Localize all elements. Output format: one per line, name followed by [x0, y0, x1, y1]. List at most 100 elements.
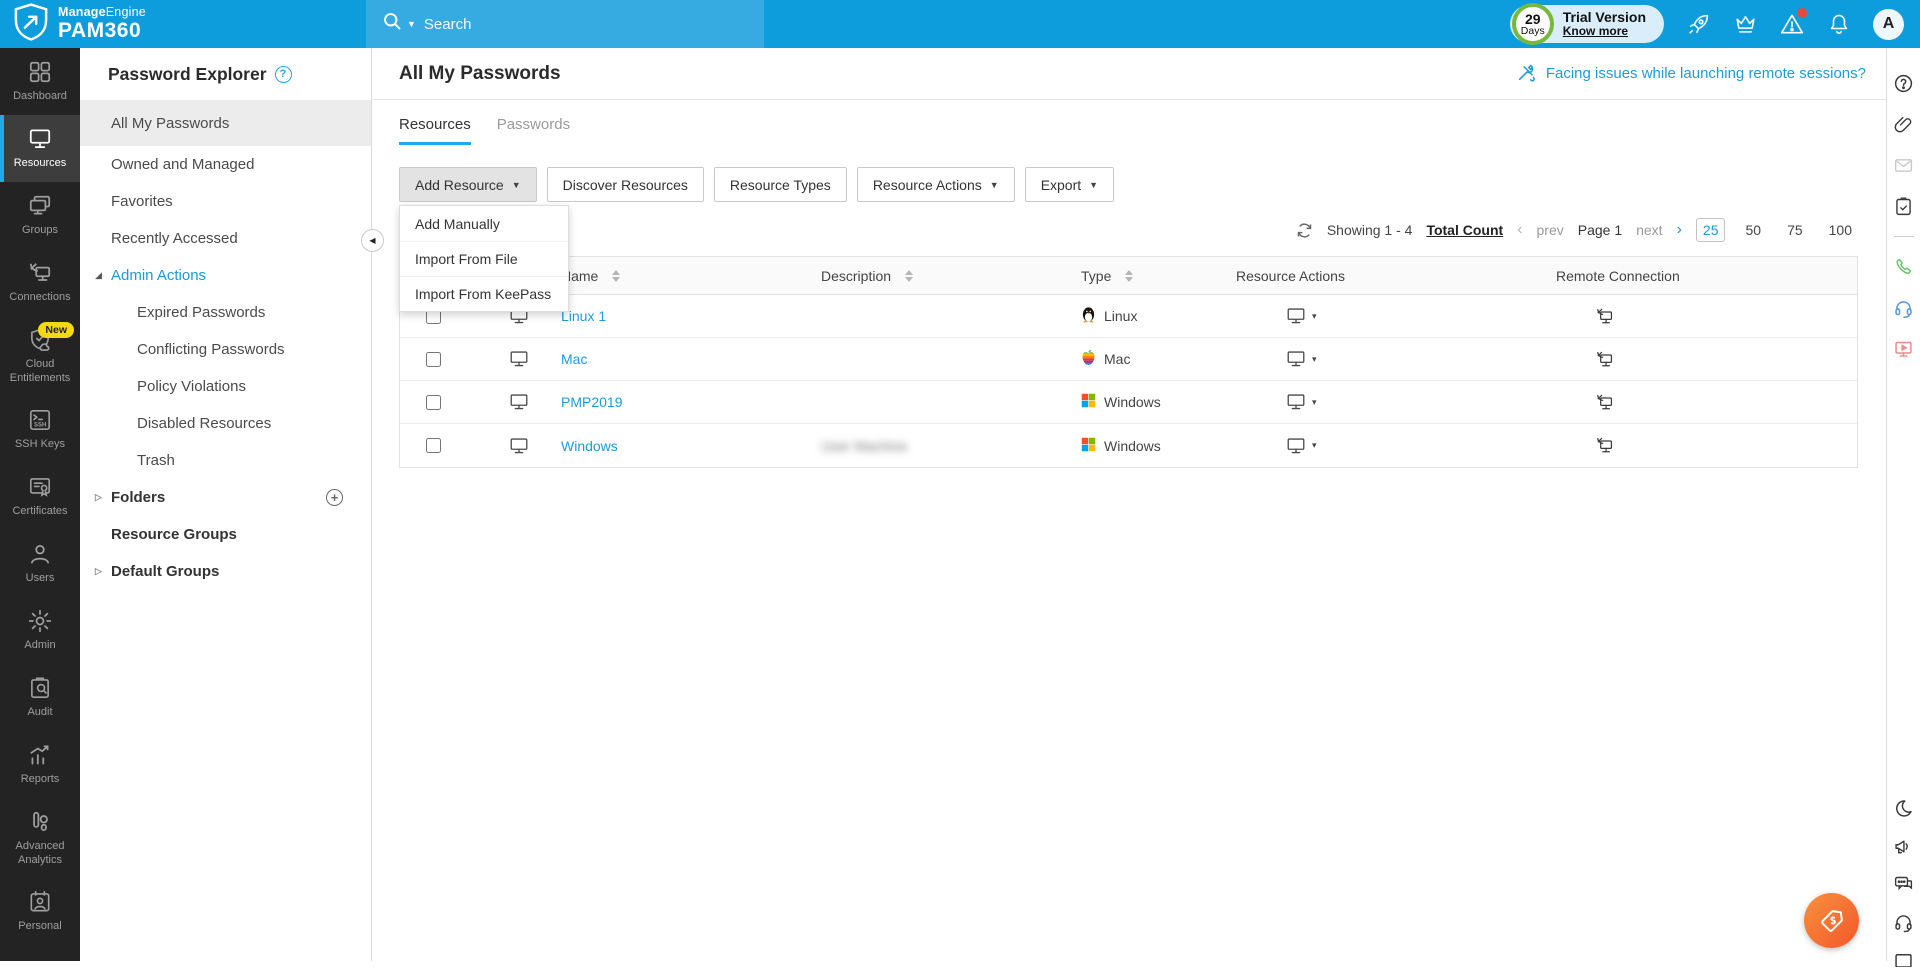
refresh-icon[interactable] [1296, 222, 1313, 239]
top-bar: ManageEngine PAM360 ▼ 29 Days Trial Vers… [0, 0, 1920, 48]
explorer-item-disabled-resources[interactable]: Disabled Resources [80, 405, 371, 442]
license-crown-icon[interactable] [1732, 11, 1758, 37]
explorer-item-policy-violations[interactable]: Policy Violations [80, 368, 371, 405]
windows-os-icon [1081, 437, 1096, 455]
sidebar-item-personal[interactable]: Personal [0, 878, 80, 945]
resource-name-link[interactable]: Mac [561, 351, 587, 367]
tab-resources[interactable]: Resources [399, 116, 471, 145]
help-icon[interactable]: ? [275, 66, 292, 83]
search-input[interactable] [424, 16, 704, 33]
discover-resources-button[interactable]: Discover Resources [547, 167, 704, 202]
next-button[interactable]: next [1636, 222, 1662, 238]
collapse-triangle-icon[interactable]: ▷ [95, 492, 111, 503]
page-size-75[interactable]: 75 [1781, 219, 1809, 241]
notifications-bell-icon[interactable] [1826, 11, 1852, 37]
column-header-type[interactable]: Type [1061, 268, 1216, 284]
remote-session-issues-link[interactable]: Facing issues while launching remote ses… [1516, 61, 1866, 87]
next-chevron-icon[interactable]: › [1677, 221, 1682, 239]
clipboard-check-icon[interactable] [1893, 195, 1915, 217]
remote-connection-icon[interactable] [1536, 307, 1857, 326]
prev-chevron-icon[interactable]: ‹ [1517, 221, 1522, 239]
resource-name-link[interactable]: PMP2019 [561, 394, 622, 410]
partial-monitor-icon[interactable] [1893, 949, 1915, 971]
support-headset-icon[interactable] [1893, 297, 1915, 319]
panel-collapse-handle[interactable]: ◀ [361, 229, 384, 252]
sidebar-item-audit[interactable]: Audit [0, 664, 80, 731]
sidebar-item-advanced-analytics[interactable]: Advanced Analytics [0, 798, 80, 878]
sidebar-item-ssh-keys[interactable]: SSH SSH Keys [0, 396, 80, 463]
brand-logo[interactable]: ManageEngine PAM360 [0, 3, 366, 46]
remote-connection-icon[interactable] [1536, 393, 1857, 412]
sidebar-item-dashboard[interactable]: Dashboard [0, 48, 80, 115]
resource-types-button[interactable]: Resource Types [714, 167, 847, 202]
page-size-25[interactable]: 25 [1696, 218, 1726, 242]
announcements-megaphone-icon[interactable] [1893, 835, 1915, 857]
explorer-item-resource-groups[interactable]: Resource Groups [80, 516, 371, 553]
sort-icon[interactable] [1125, 270, 1133, 282]
sidebar-item-resources[interactable]: Resources [0, 115, 80, 182]
explorer-item-expired-passwords[interactable]: Expired Passwords [80, 294, 371, 331]
trial-version-badge[interactable]: 29 Days Trial Version Know more [1510, 5, 1664, 43]
export-button[interactable]: Export▼ [1025, 167, 1114, 202]
resource-actions-menu[interactable]: ▾ [1216, 350, 1536, 368]
resource-actions-button[interactable]: Resource Actions▼ [857, 167, 1015, 202]
search-scope-caret-icon[interactable]: ▼ [407, 19, 416, 29]
feedback-chat-icon[interactable] [1893, 873, 1915, 895]
mail-envelope-icon[interactable] [1893, 154, 1915, 176]
menu-item-import-from-file[interactable]: Import From File [400, 241, 568, 276]
page-size-50[interactable]: 50 [1739, 219, 1767, 241]
explorer-item-owned-and-managed[interactable]: Owned and Managed [80, 146, 371, 183]
add-resource-button[interactable]: Add Resource▼ [399, 167, 537, 202]
row-checkbox[interactable] [426, 438, 441, 453]
sidebar-item-admin[interactable]: Admin [0, 597, 80, 664]
sort-icon[interactable] [612, 270, 620, 282]
alerts-warning-icon[interactable] [1779, 11, 1805, 37]
sidebar-item-connections[interactable]: Connections [0, 249, 80, 316]
resource-actions-menu[interactable]: ▾ [1216, 307, 1536, 325]
remote-connection-icon[interactable] [1536, 350, 1857, 369]
column-header-name[interactable]: Name [541, 268, 801, 284]
add-folder-icon[interactable]: + [326, 489, 343, 506]
sidebar-item-certificates[interactable]: Certificates [0, 463, 80, 530]
explorer-item-trash[interactable]: Trash [80, 442, 371, 479]
resource-actions-menu[interactable]: ▾ [1216, 393, 1536, 411]
know-more-link[interactable]: Know more [1563, 25, 1646, 39]
whats-new-rocket-icon[interactable] [1685, 11, 1711, 37]
row-checkbox[interactable] [426, 395, 441, 410]
prev-button[interactable]: prev [1537, 222, 1564, 238]
resource-name-link[interactable]: Windows [561, 438, 618, 454]
total-count-link[interactable]: Total Count [1426, 222, 1503, 238]
sidebar-item-users[interactable]: Users [0, 530, 80, 597]
explorer-item-conflicting-passwords[interactable]: Conflicting Passwords [80, 331, 371, 368]
tab-passwords[interactable]: Passwords [497, 116, 570, 145]
phone-icon[interactable] [1893, 256, 1915, 278]
help-question-icon[interactable] [1893, 72, 1915, 94]
explorer-item-favorites[interactable]: Favorites [80, 183, 371, 220]
sidebar-item-reports[interactable]: Reports [0, 731, 80, 798]
explorer-item-all-my-passwords[interactable]: All My Passwords [80, 100, 371, 146]
attachment-paperclip-icon[interactable] [1893, 113, 1915, 135]
explorer-item-folders[interactable]: ▷ Folders + [80, 479, 371, 516]
sidebar-item-cloud-entitlements[interactable]: New Cloud Entitlements [0, 316, 80, 396]
collapse-triangle-icon[interactable]: ▷ [95, 566, 111, 577]
remote-connection-icon[interactable] [1536, 436, 1857, 455]
row-checkbox[interactable] [426, 352, 441, 367]
dark-mode-moon-icon[interactable] [1893, 797, 1915, 819]
resource-actions-menu[interactable]: ▾ [1216, 437, 1536, 455]
explorer-item-default-groups[interactable]: ▷ Default Groups [80, 553, 371, 590]
page-size-100[interactable]: 100 [1823, 219, 1858, 241]
explorer-item-recently-accessed[interactable]: Recently Accessed [80, 220, 371, 257]
sidebar-item-groups[interactable]: Groups [0, 182, 80, 249]
expand-triangle-icon[interactable]: ◢ [95, 270, 111, 281]
pricing-tag-fab[interactable] [1804, 893, 1859, 948]
demo-video-icon[interactable] [1893, 338, 1915, 360]
menu-item-add-manually[interactable]: Add Manually [400, 206, 568, 241]
user-avatar[interactable]: A [1873, 9, 1904, 40]
sidebar-item-label: Certificates [12, 505, 67, 518]
headphones-support-icon[interactable] [1893, 911, 1915, 933]
column-header-description[interactable]: Description [801, 268, 1061, 284]
sort-icon[interactable] [905, 270, 913, 282]
explorer-item-admin-actions[interactable]: ◢ Admin Actions [80, 257, 371, 294]
menu-item-import-from-keepass[interactable]: Import From KeePass [400, 276, 568, 311]
global-search[interactable]: ▼ [366, 0, 764, 48]
